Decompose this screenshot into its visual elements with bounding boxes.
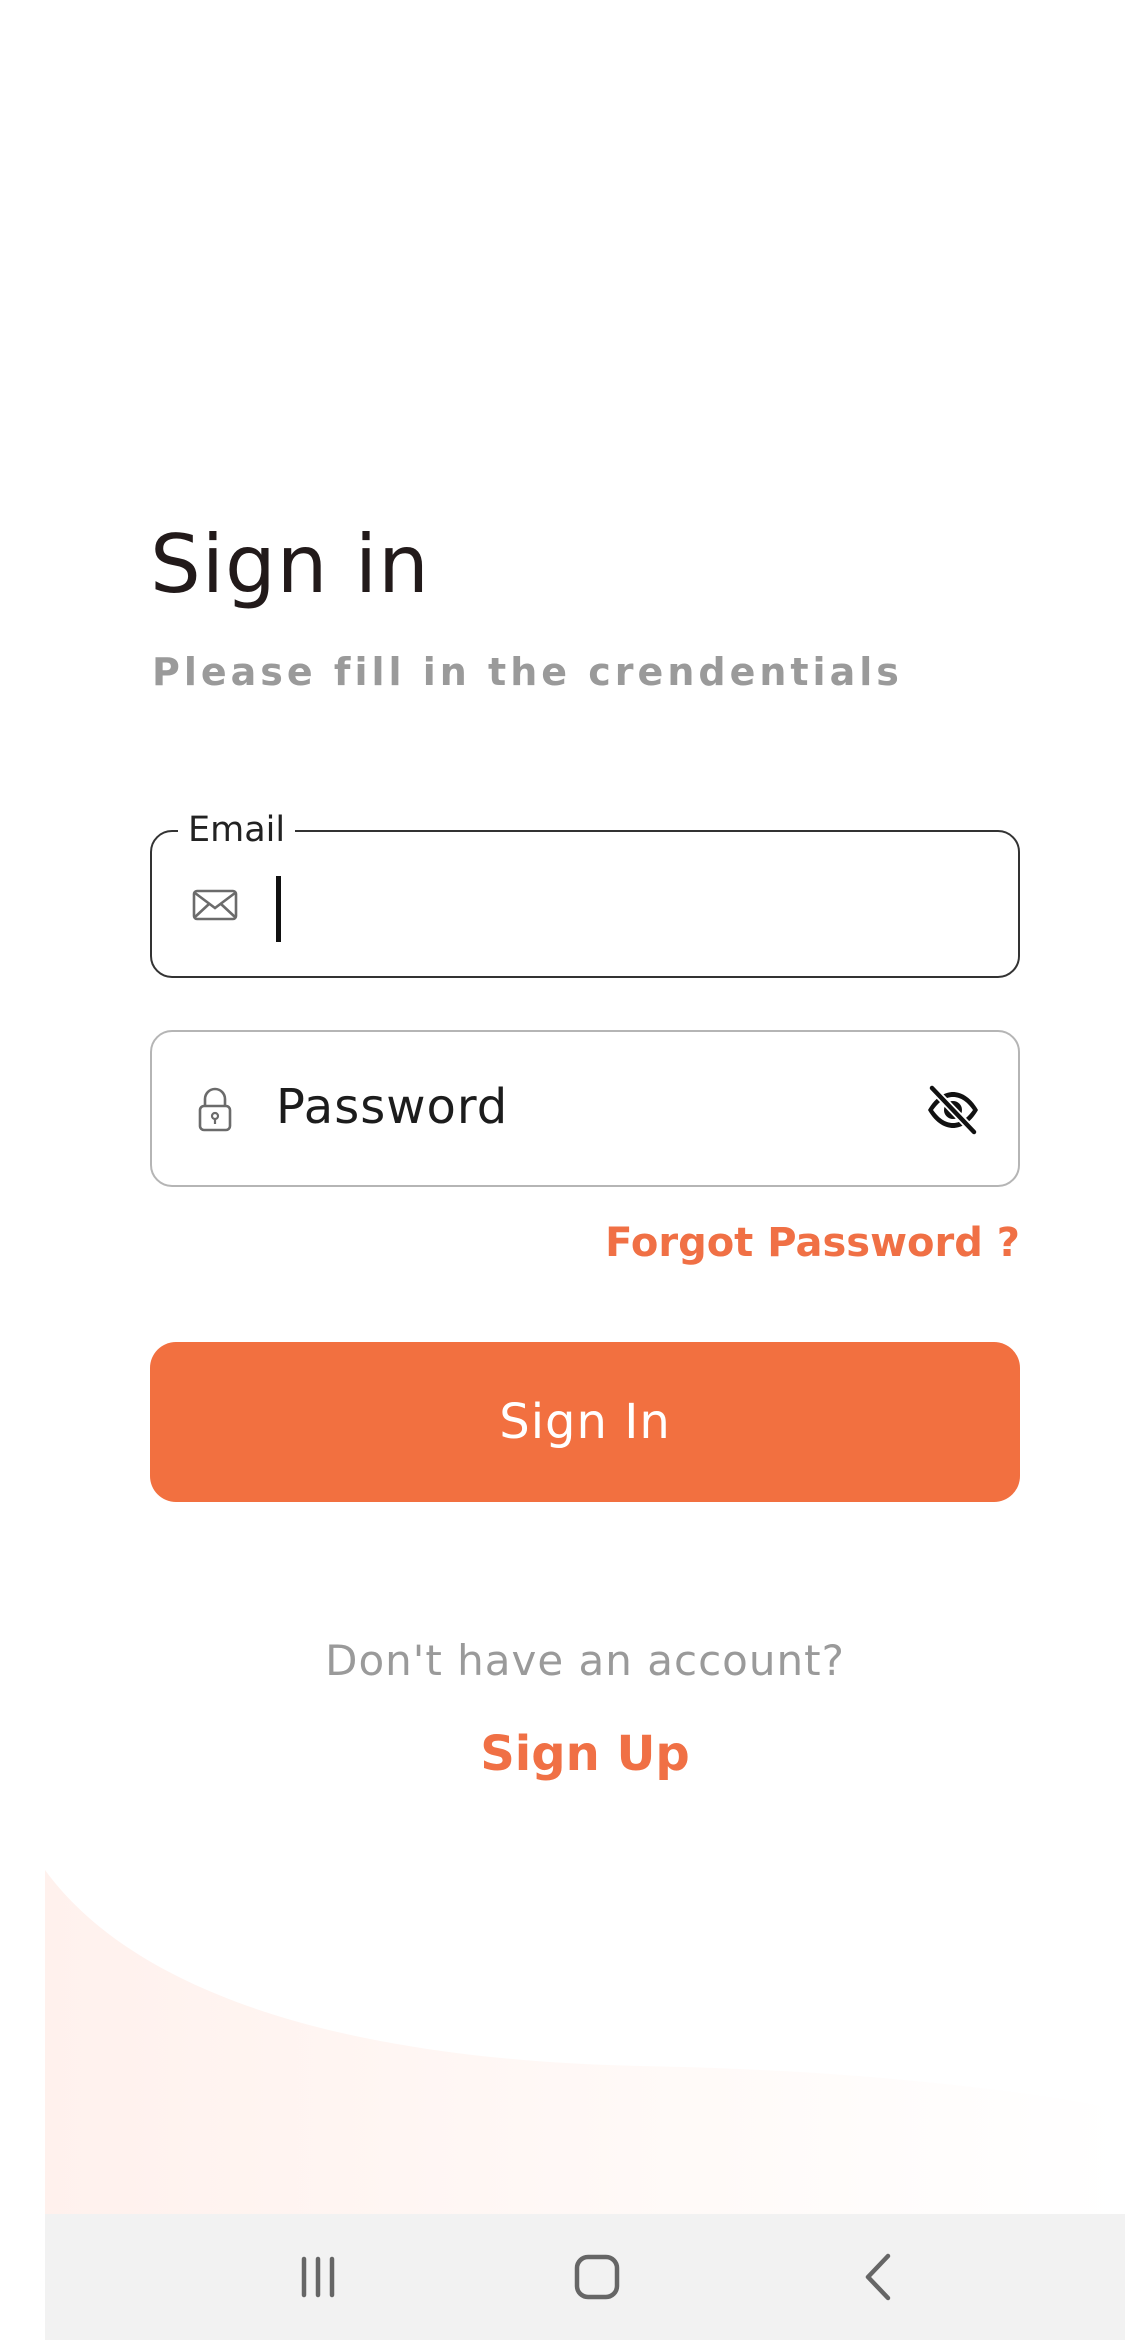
back-icon[interactable] (845, 2244, 911, 2310)
sign-up-link[interactable]: Sign Up (0, 1726, 1125, 1782)
lock-icon (198, 1087, 232, 1132)
system-navigation-bar (45, 2214, 1125, 2340)
page-subtitle: Please fill in the crendentials (152, 650, 903, 694)
mail-icon (192, 889, 238, 921)
text-cursor (276, 876, 281, 942)
no-account-prompt: Don't have an account? (325, 1636, 845, 1685)
page-title: Sign in (150, 518, 430, 611)
email-field-label: Email (178, 804, 296, 856)
password-placeholder[interactable]: Password (276, 1072, 508, 1142)
password-field[interactable]: Password (150, 1030, 1020, 1187)
bottom-wave-decoration (45, 1870, 1125, 2220)
forgot-password-link[interactable]: Forgot Password ? (605, 1220, 1020, 1266)
sign-in-button[interactable]: Sign In (150, 1342, 1020, 1502)
eye-off-icon[interactable] (924, 1082, 982, 1138)
recent-apps-icon[interactable] (285, 2244, 351, 2310)
home-icon[interactable] (564, 2244, 630, 2310)
email-field[interactable]: Email (150, 804, 1020, 978)
